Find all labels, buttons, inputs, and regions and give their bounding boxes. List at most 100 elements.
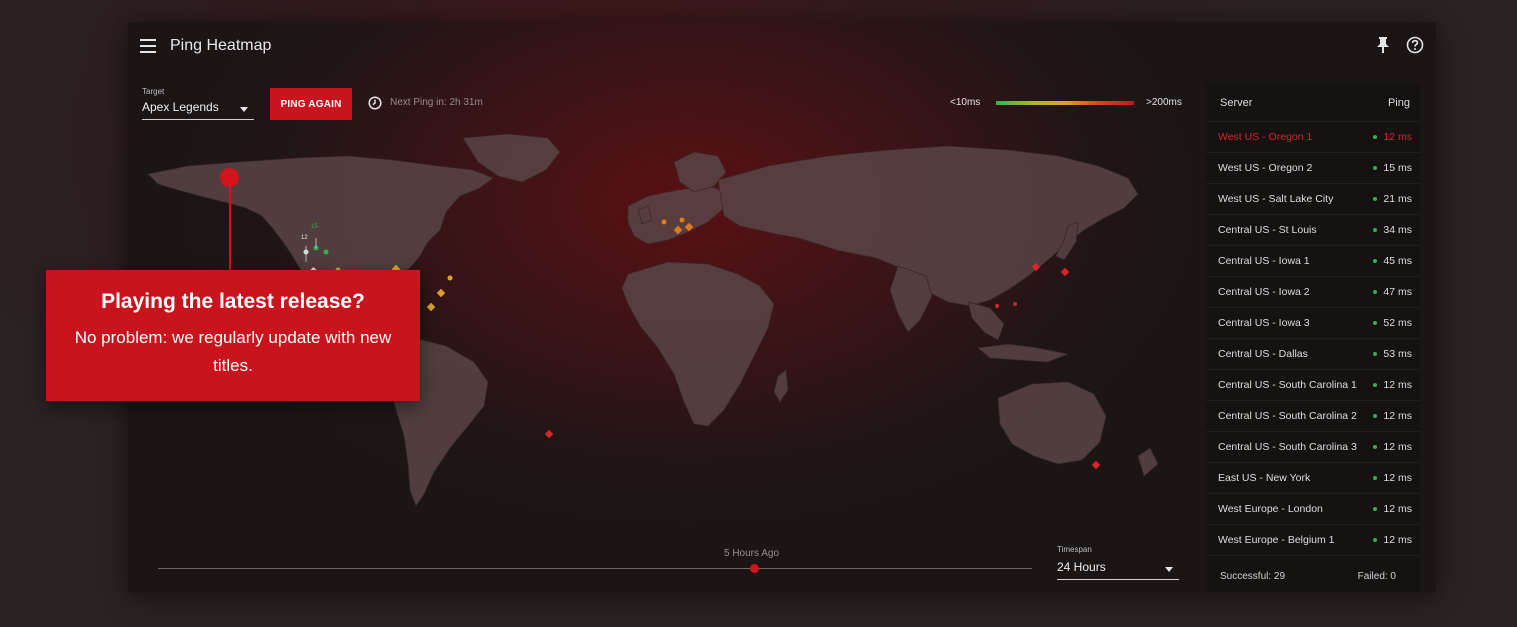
legend-max-label: >200ms: [1146, 97, 1182, 108]
server-marker: [995, 304, 999, 308]
server-ping: 34 ms: [1373, 224, 1412, 236]
server-name: Central US - Iowa 1: [1218, 255, 1310, 267]
server-ping-value: 12 ms: [1383, 534, 1412, 546]
server-ping: 12 ms: [1373, 131, 1412, 143]
server-ping: 53 ms: [1373, 348, 1412, 360]
server-ping: 12 ms: [1373, 441, 1412, 453]
column-header-ping[interactable]: Ping: [1388, 97, 1410, 109]
server-row[interactable]: West US - Oregon 2 15 ms: [1206, 153, 1420, 184]
server-name: West Europe - Belgium 1: [1218, 534, 1335, 546]
status-dot-icon: [1373, 538, 1378, 543]
africa-landmass: [621, 261, 775, 427]
server-ping-value: 53 ms: [1383, 348, 1412, 360]
server-name: West US - Oregon 1: [1218, 131, 1313, 143]
server-ping-value: 34 ms: [1383, 224, 1412, 236]
callout-connector-line: [229, 180, 231, 272]
server-name: Central US - St Louis: [1218, 224, 1317, 236]
callout-title: Playing the latest release?: [101, 290, 365, 313]
server-row[interactable]: West Europe - London 12 ms: [1206, 494, 1420, 525]
column-header-server[interactable]: Server: [1220, 97, 1252, 109]
server-name: Central US - South Carolina 3: [1218, 441, 1357, 453]
pin-icon[interactable]: [1376, 36, 1390, 54]
madagascar-landmass: [773, 369, 789, 403]
server-list-header: Server Ping: [1206, 84, 1420, 122]
latency-legend-bar: [996, 101, 1134, 105]
status-dot-icon: [1373, 228, 1378, 233]
server-list-footer: Successful: 29 Failed: 0: [1206, 562, 1420, 592]
clock-icon: [368, 96, 382, 110]
scandinavia-landmass: [673, 151, 727, 193]
server-marker: [1060, 267, 1070, 277]
server-name: Central US - Dallas: [1218, 348, 1308, 360]
status-dot-icon: [1373, 445, 1378, 450]
callout-body: No problem: we regularly update with new…: [74, 328, 392, 375]
successful-count: Successful: 29: [1220, 571, 1286, 582]
server-ping-value: 15 ms: [1383, 162, 1412, 174]
server-marker: [447, 275, 453, 281]
australia-landmass: [997, 381, 1107, 465]
new-zealand-landmass: [1137, 447, 1159, 477]
status-dot-icon: [1373, 383, 1378, 388]
server-ping-value: 12 ms: [1383, 410, 1412, 422]
status-dot-icon: [1373, 476, 1378, 481]
server-row[interactable]: Central US - South Carolina 2 12 ms: [1206, 401, 1420, 432]
southeast-asia-landmass: [967, 301, 1005, 341]
status-dot-icon: [1373, 197, 1378, 202]
server-ping-value: 45 ms: [1383, 255, 1412, 267]
server-ping: 12 ms: [1373, 503, 1412, 515]
server-marker: [1013, 302, 1017, 306]
legend-min-label: <10ms: [950, 97, 981, 108]
server-ping-value: 12 ms: [1383, 379, 1412, 391]
server-ping: 21 ms: [1373, 193, 1412, 205]
server-ping-value: 47 ms: [1383, 286, 1412, 298]
server-ping: 47 ms: [1373, 286, 1412, 298]
server-row[interactable]: Central US - Iowa 3 52 ms: [1206, 308, 1420, 339]
target-value: Apex Legends: [142, 100, 219, 114]
server-marker: [436, 288, 446, 298]
server-row[interactable]: West US - Salt Lake City 21 ms: [1206, 184, 1420, 215]
server-row[interactable]: Central US - Dallas 53 ms: [1206, 339, 1420, 370]
server-marker: [426, 302, 436, 312]
ping-again-button[interactable]: PING AGAIN: [270, 88, 352, 120]
server-row[interactable]: Central US - St Louis 34 ms: [1206, 215, 1420, 246]
server-name: West US - Salt Lake City: [1218, 193, 1334, 205]
target-label: Target: [142, 87, 165, 96]
map-pin-label: 15: [311, 224, 318, 230]
status-dot-icon: [1373, 414, 1378, 419]
target-select[interactable]: Apex Legends: [142, 98, 254, 120]
server-ping: 12 ms: [1373, 379, 1412, 391]
server-ping-value: 12 ms: [1383, 472, 1412, 484]
timeline-position-label: 5 Hours Ago: [724, 548, 780, 559]
timespan-select[interactable]: 24 Hours: [1057, 558, 1179, 580]
server-row[interactable]: Central US - Iowa 2 47 ms: [1206, 277, 1420, 308]
server-ping: 12 ms: [1373, 410, 1412, 422]
server-row[interactable]: East US - New York 12 ms: [1206, 463, 1420, 494]
timespan-label: Timespan: [1057, 545, 1092, 554]
status-dot-icon: [1373, 352, 1378, 357]
server-marker: [679, 217, 685, 223]
server-ping-value: 12 ms: [1383, 131, 1412, 143]
server-row[interactable]: Central US - South Carolina 3 12 ms: [1206, 432, 1420, 463]
server-name: West Europe - London: [1218, 503, 1323, 515]
server-row[interactable]: Central US - South Carolina 1 12 ms: [1206, 370, 1420, 401]
status-dot-icon: [1373, 166, 1378, 171]
server-marker: [323, 249, 329, 255]
server-name: Central US - South Carolina 1: [1218, 379, 1357, 391]
server-row[interactable]: Central US - Iowa 1 45 ms: [1206, 246, 1420, 277]
server-ping: 12 ms: [1373, 472, 1412, 484]
promo-callout: Playing the latest release? No problem: …: [46, 270, 420, 401]
server-row[interactable]: West US - Oregon 1 12 ms: [1206, 122, 1420, 153]
next-ping-countdown: Next Ping in: 2h 31m: [390, 97, 483, 108]
server-ping: 12 ms: [1373, 534, 1412, 546]
help-circle-icon[interactable]: [1406, 36, 1424, 54]
indonesia-landmass: [977, 343, 1070, 363]
chevron-down-icon: [240, 107, 248, 112]
status-dot-icon: [1373, 321, 1378, 326]
server-name: Central US - South Carolina 2: [1218, 410, 1357, 422]
timeline-slider-handle[interactable]: [750, 564, 759, 573]
server-row[interactable]: West Europe - Belgium 1 12 ms: [1206, 525, 1420, 556]
timeline-slider-track[interactable]: [158, 568, 1032, 569]
server-ping-value: 21 ms: [1383, 193, 1412, 205]
server-marker: [661, 219, 667, 225]
hamburger-menu-icon[interactable]: [140, 39, 156, 53]
